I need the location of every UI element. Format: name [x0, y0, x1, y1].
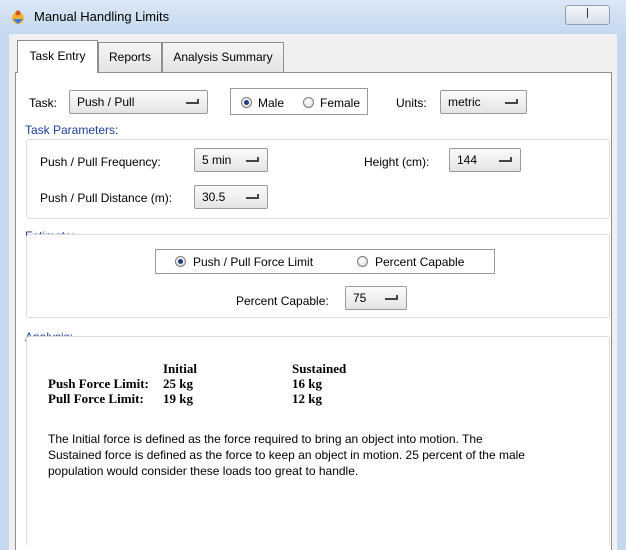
frequency-label: Push / Pull Frequency: — [40, 155, 161, 169]
male-radio[interactable] — [241, 97, 252, 108]
analysis-description-line-1: The Initial force is defined as the forc… — [48, 432, 483, 446]
sustained-column-header: Sustained — [292, 361, 347, 376]
percent-capable-radio[interactable] — [357, 256, 368, 267]
window-border-left — [0, 34, 9, 550]
frequency-select[interactable]: 5 min — [194, 148, 268, 172]
tab-label: Task Entry — [29, 49, 86, 63]
force-limit-radio[interactable] — [175, 256, 186, 267]
task-parameters-header: Task Parameters: — [25, 123, 119, 137]
frequency-select-value: 5 min — [202, 153, 232, 167]
height-select-value: 144 — [457, 153, 478, 167]
close-button[interactable]: ꟾ — [565, 5, 610, 25]
tab-label: Reports — [108, 50, 152, 64]
units-select-value: metric — [448, 95, 481, 109]
task-select[interactable]: Push / Pull — [69, 90, 208, 114]
percent-capable-select-value: 75 — [353, 291, 367, 305]
window-title: Manual Handling Limits — [34, 9, 170, 24]
percent-capable-label: Percent Capable: — [236, 294, 329, 308]
push-sustained-value: 16 kg — [292, 376, 322, 391]
app-icon — [10, 9, 26, 25]
distance-select[interactable]: 30.5 — [194, 185, 268, 209]
female-radio[interactable] — [303, 97, 314, 108]
percent-capable-option-label: Percent Capable — [375, 255, 465, 269]
height-label: Height (cm): — [364, 155, 430, 169]
dropdown-arrow-icon — [246, 194, 259, 199]
tab-analysis-summary[interactable]: Analysis Summary — [162, 42, 284, 72]
analysis-description-line-2: Sustained force is defined as the force … — [48, 448, 525, 462]
dropdown-arrow-icon — [505, 99, 518, 104]
dropdown-arrow-icon — [499, 157, 512, 162]
tab-label: Analysis Summary — [173, 50, 273, 64]
window-border-right — [617, 34, 626, 550]
units-label: Units: — [396, 96, 427, 110]
male-label: Male — [258, 96, 285, 110]
dropdown-arrow-icon — [246, 157, 259, 162]
task-parameters-group — [26, 139, 610, 219]
task-label: Task: — [29, 96, 58, 110]
push-initial-value: 25 kg — [163, 376, 193, 391]
tab-task-entry[interactable]: Task Entry — [17, 40, 98, 73]
dropdown-arrow-icon — [385, 295, 398, 300]
percent-capable-select[interactable]: 75 — [345, 286, 407, 310]
force-limit-label: Push / Pull Force Limit — [193, 255, 314, 269]
tab-reports[interactable]: Reports — [98, 42, 162, 72]
dropdown-arrow-icon — [186, 99, 199, 104]
height-select[interactable]: 144 — [449, 148, 521, 172]
distance-select-value: 30.5 — [202, 190, 226, 204]
units-select[interactable]: metric — [440, 90, 527, 114]
analysis-description-line-3: population would consider these loads to… — [48, 464, 359, 478]
close-icon: ꟾ — [585, 9, 590, 21]
distance-label: Push / Pull Distance (m): — [40, 191, 173, 205]
pull-sustained-value: 12 kg — [292, 391, 322, 406]
push-force-label: Push Force Limit: — [48, 376, 149, 391]
female-label: Female — [320, 96, 361, 110]
pull-initial-value: 19 kg — [163, 391, 193, 406]
initial-column-header: Initial — [163, 361, 197, 376]
task-select-value: Push / Pull — [77, 95, 135, 109]
pull-force-label: Pull Force Limit: — [48, 391, 144, 406]
